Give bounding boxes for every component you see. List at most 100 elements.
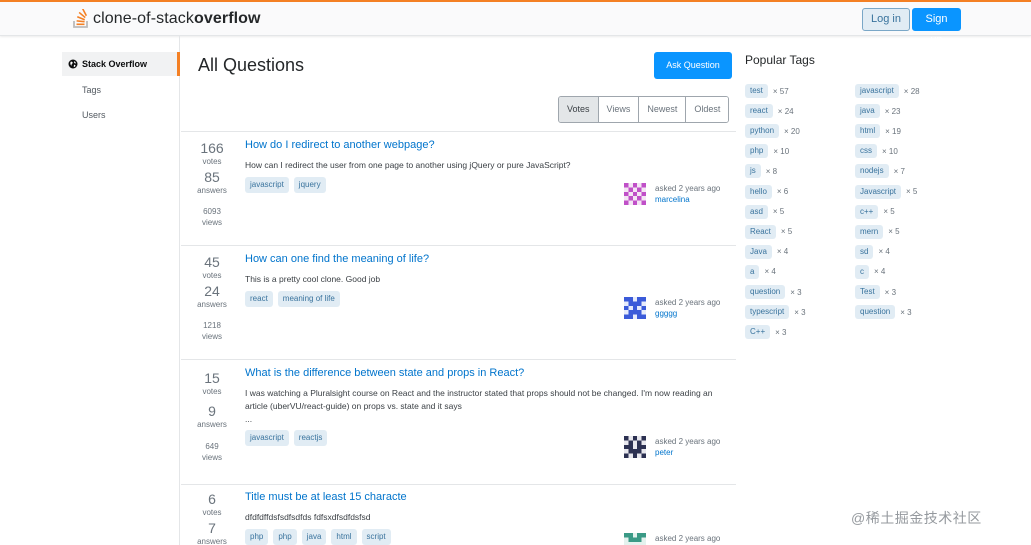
ask-question-button[interactable]: Ask Question [654,52,732,79]
asked-time: asked 2 years ago [655,184,721,193]
tag-link[interactable]: jquery [293,177,326,193]
user-avatar[interactable] [624,436,646,458]
popular-tag-item: react × 24 [745,104,794,119]
tag-link[interactable]: meaning of life [277,291,340,307]
tag-link[interactable]: html [331,529,357,545]
question-title-link[interactable]: What is the difference between state and… [245,367,524,379]
popular-tag-count: × 5 [772,207,785,217]
filter-oldest[interactable]: Oldest [686,97,729,122]
popular-tag-count: × 24 [777,106,794,116]
sidebar-item-users[interactable]: Users [62,103,180,127]
popular-tag-item: mern × 5 [855,224,900,239]
popular-tag-count: × 5 [888,227,900,237]
popular-tag-item: Java × 4 [745,244,789,259]
tag-link[interactable]: react [245,291,273,307]
view-label: views [201,218,222,227]
signup-button[interactable]: Sign up [912,8,961,46]
author-name-link[interactable]: marcelina [655,194,720,205]
vote-count: 166 [200,140,224,156]
popular-tag-link[interactable]: java [855,104,880,119]
popular-tag-link[interactable]: Java [745,244,772,259]
question-title-link[interactable]: Title must be at least 15 characte [245,491,407,503]
logo[interactable]: clone-of-stackoverflow [72,9,261,29]
tag-link[interactable]: javascript [245,177,289,193]
login-button[interactable]: Log in [862,8,910,31]
user-avatar[interactable] [624,297,646,319]
filter-newest[interactable]: Newest [639,97,687,122]
popular-tag-link[interactable]: Test [855,285,880,299]
popular-tag-item: C++ × 3 [745,325,786,340]
popular-tag-link[interactable]: Javascript [855,184,902,199]
author-meta: asked 2 years ago peter [655,436,720,458]
popular-tag-item: Javascript × 5 [855,184,917,199]
brand-name: clone-of-stackoverflow [93,10,261,27]
popular-tag-link[interactable]: js [745,164,761,179]
tag-link[interactable]: php [273,529,297,545]
popular-tag-item: python × 20 [745,124,800,139]
filter-views[interactable]: Views [598,97,640,122]
popular-tag-item: question × 3 [855,305,912,320]
popular-tag-link[interactable]: mern [855,224,884,239]
vote-label: votes [202,387,222,396]
popular-tag-count: × 3 [900,307,912,317]
popular-tag-link[interactable]: asd [745,204,768,219]
author-name-link[interactable]: peter [655,447,720,458]
tag-link[interactable]: reactjs [293,430,328,446]
popular-tag-link[interactable]: c++ [855,204,879,219]
view-count: 6093 [203,207,221,216]
popular-tag-link[interactable]: a [745,264,760,279]
popular-tag-item: test × 57 [745,84,789,98]
question-excerpt: dfdfdffdsfsdfsdfds fdfsxdfsdfdsfsd [245,512,371,522]
page-title: All Questions [198,55,305,75]
user-avatar[interactable] [624,533,646,545]
popular-tag-link[interactable]: React [745,224,776,239]
popular-tag-link[interactable]: test [745,84,768,98]
popular-tag-link[interactable]: php [745,144,769,159]
asked-time: asked 2 years ago [655,534,721,543]
question-item: 45 votes 24 answers 1218 views How can o… [181,245,736,359]
popular-tag-count: × 4 [776,247,789,257]
popular-tag-link[interactable]: typescript [745,305,790,320]
tag-link[interactable]: java [301,529,327,545]
sidebar-item-label: Stack Overflow [82,59,148,69]
tag-link[interactable]: script [361,529,391,545]
popular-tag-count: × 4 [874,267,886,277]
question-author: asked 2 years ago marcelina [624,183,720,205]
stack-logo-icon [73,9,88,28]
popular-tag-link[interactable]: C++ [745,325,771,340]
popular-tag-item: hello × 6 [745,184,788,199]
popular-tag-link[interactable]: sd [855,244,874,259]
popular-tag-link[interactable]: css [855,144,877,159]
question-excerpt: How can I redirect the user from one pag… [245,160,571,170]
answer-count: 85 [204,169,220,185]
popular-tag-count: × 8 [765,166,778,176]
popular-tag-link[interactable]: javascript [855,84,899,98]
vote-label: votes [202,157,222,166]
user-avatar[interactable] [624,183,646,205]
popular-tag-count: × 10 [882,146,898,156]
sidebar-item-tags[interactable]: Tags [62,78,180,102]
popular-tag-count: × 10 [773,146,790,156]
popular-tag-link[interactable]: c [855,264,869,279]
popular-tag-link[interactable]: nodejs [855,164,889,179]
popular-tag-link[interactable]: question [745,285,786,299]
popular-tag-link[interactable]: html [855,124,881,139]
popular-tag-count: × 19 [885,126,901,136]
question-title-link[interactable]: How do I redirect to another webpage? [245,139,435,151]
author-name-link[interactable]: ggggg [655,308,720,319]
question-stats: 6 votes 7 answers [181,492,243,545]
sidebar-item-stack-overflow[interactable]: Stack Overflow [62,52,180,76]
popular-tag-link[interactable]: hello [745,184,772,199]
popular-tag-link[interactable]: python [745,124,780,139]
popular-tag-item: asd × 5 [745,204,785,219]
popular-tag-count: × 4 [764,267,776,277]
tag-link[interactable]: php [245,529,269,545]
popular-tag-count: × 5 [883,207,895,217]
popular-tag-link[interactable]: question [855,305,896,320]
question-title-link[interactable]: How can one find the meaning of life? [245,253,429,265]
tag-link[interactable]: javascript [245,430,289,446]
popular-tag-link[interactable]: react [745,104,773,119]
filter-votes[interactable]: Votes [559,97,599,122]
question-tags: javascript jquery [245,177,326,193]
popular-tag-item: sd × 4 [855,244,890,259]
